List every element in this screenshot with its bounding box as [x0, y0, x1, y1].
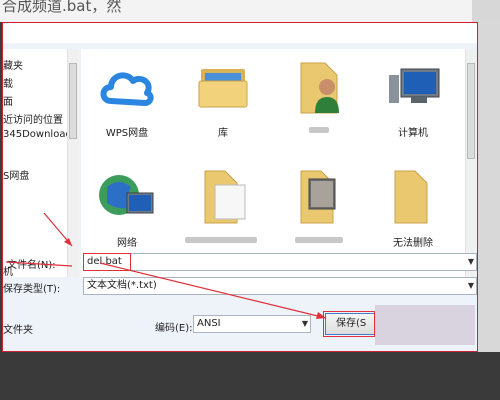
file-item-library[interactable]: 库	[181, 57, 265, 147]
encoding-select[interactable]: ANSI ▼	[193, 315, 311, 333]
wps-cloud-icon	[100, 72, 154, 106]
background-bottom	[0, 352, 500, 400]
library-icon	[198, 69, 248, 108]
encoding-label: 编码(E):	[155, 323, 193, 334]
chevron-down-icon[interactable]: ▼	[468, 254, 474, 270]
filename-input[interactable]: del.bat ▼	[83, 253, 477, 271]
chevron-down-icon[interactable]: ▼	[302, 316, 308, 332]
encoding-value: ANSI	[197, 318, 221, 329]
background-article: 合成频道.bat，然	[0, 0, 500, 22]
savetype-select[interactable]: 文本文档(*.txt) ▼	[83, 277, 477, 295]
chevron-down-icon[interactable]: ▼	[468, 278, 474, 294]
user-folder-icon	[300, 62, 339, 114]
nav-item-recent-places[interactable]: 近访问的位置	[3, 111, 63, 126]
background-right-strip	[478, 22, 500, 352]
photo-folder-icon	[300, 170, 336, 224]
nav-scrollbar-thumb[interactable]	[69, 63, 77, 139]
hide-folders-toggle[interactable]: 文件夹	[3, 321, 33, 336]
blurred-label	[185, 237, 257, 243]
file-view-scrollbar-thumb[interactable]	[467, 63, 475, 159]
background-text: 合成频道.bat，然	[2, 0, 122, 15]
file-label: WPS网盘	[105, 128, 149, 139]
background-panel	[472, 0, 500, 22]
folder-icon	[204, 170, 246, 224]
annotation-box	[83, 253, 131, 271]
nav-item-wps-cloud[interactable]: S网盘	[3, 167, 29, 182]
blurred-label	[295, 237, 343, 243]
filename-label: 文件名(N):	[7, 260, 56, 271]
folder-icon	[394, 170, 428, 224]
file-item-undeletable[interactable]: 无法删除	[371, 167, 455, 257]
file-label: 计算机	[398, 128, 428, 139]
save-as-dialog: 藏夹 载 面 近访问的位置 345Downloads S网盘 机 WPS网盘 库	[2, 22, 478, 352]
file-label: 网络	[117, 238, 137, 249]
file-item-network[interactable]: 网络	[85, 167, 169, 257]
file-view: WPS网盘 库 计算机 网络 无法删除	[81, 49, 477, 277]
network-icon	[99, 175, 154, 215]
computer-icon	[389, 68, 440, 103]
nav-item-downloads-folder[interactable]: 345Downloads	[3, 129, 77, 140]
blurred-label	[309, 127, 329, 133]
file-label: 库	[218, 128, 228, 139]
file-item-computer[interactable]: 计算机	[371, 57, 455, 147]
annotation-box	[323, 311, 375, 337]
nav-item-desktop[interactable]: 面	[3, 93, 13, 108]
savetype-label: 保存类型(T):	[3, 284, 61, 295]
file-label: 无法删除	[393, 238, 433, 249]
nav-item-favorites[interactable]: 藏夹	[3, 57, 23, 72]
file-item-photo-folder[interactable]	[277, 167, 361, 257]
nav-item-downloads[interactable]: 载	[3, 75, 13, 90]
file-item-wps-cloud[interactable]: WPS网盘	[85, 57, 169, 147]
dialog-toolbar	[3, 23, 477, 43]
savetype-value: 文本文档(*.txt)	[87, 280, 157, 291]
file-item-user[interactable]	[277, 57, 361, 147]
cancel-button-area[interactable]	[375, 305, 475, 345]
file-item-folder[interactable]	[181, 167, 265, 257]
